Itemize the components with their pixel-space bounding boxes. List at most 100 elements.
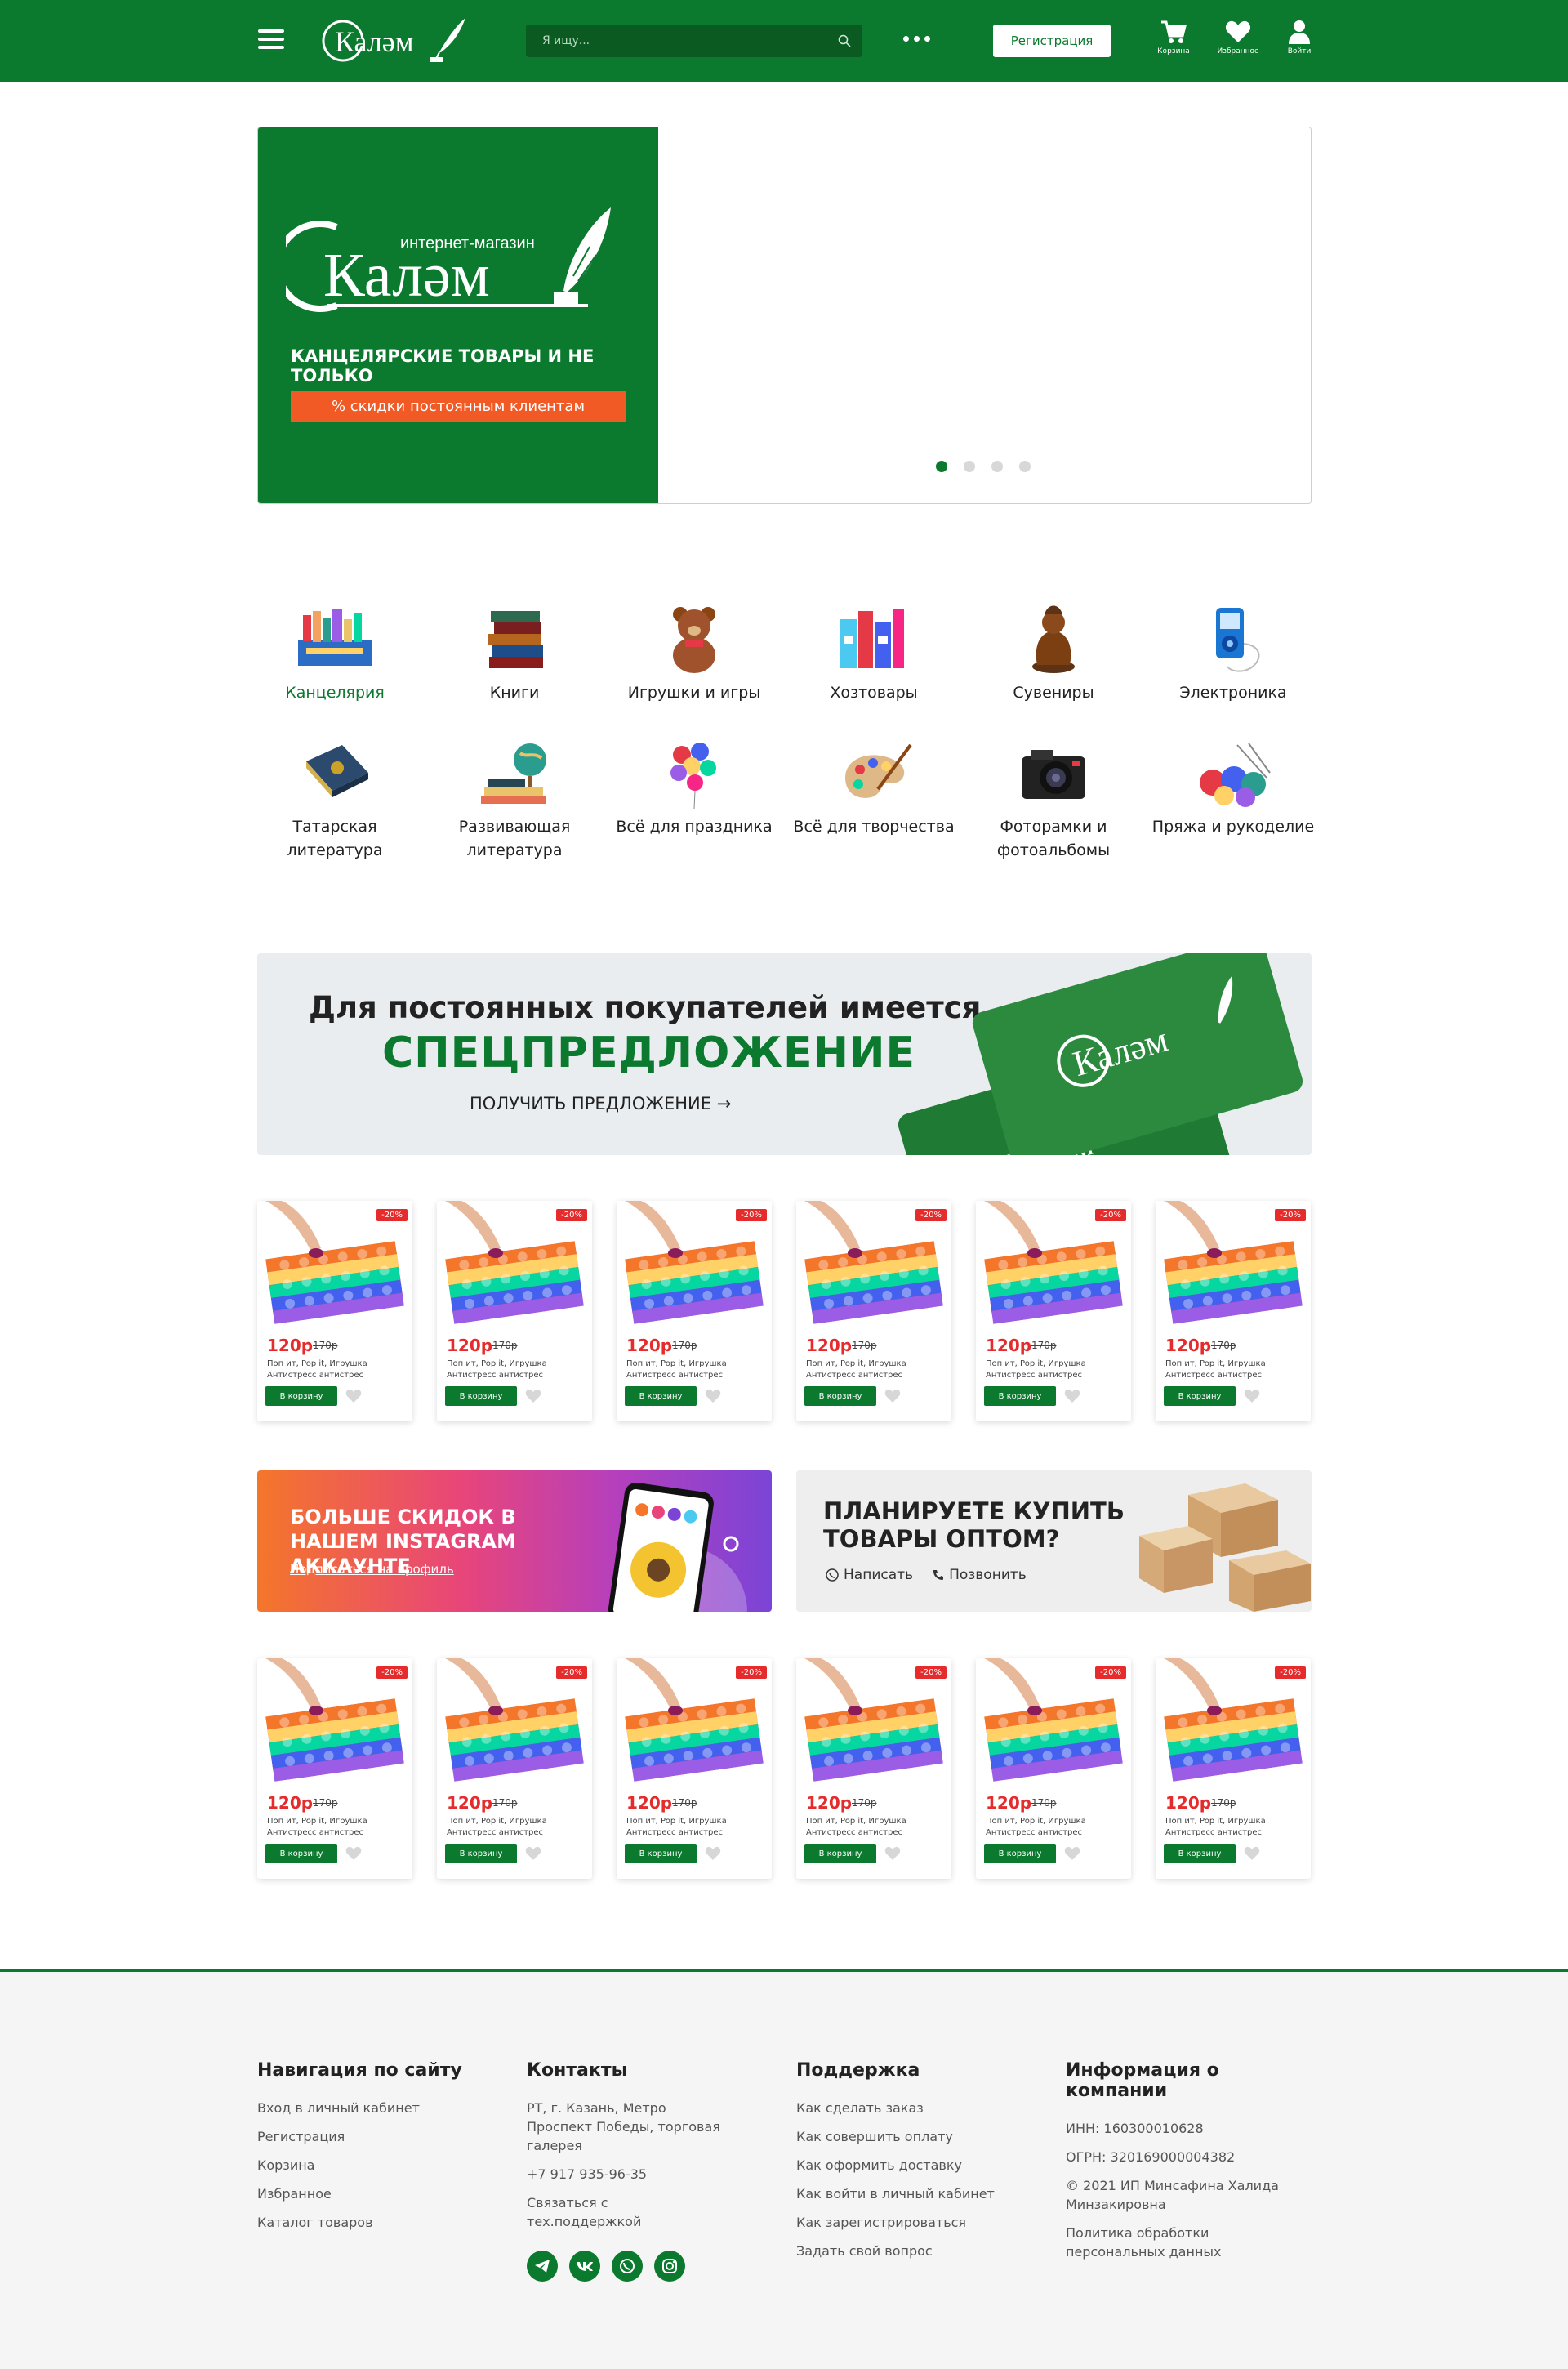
product-card[interactable]: -20% 120р 170р Поп ит, Pop it, Игрушка А… <box>257 1201 412 1421</box>
instagram-icon[interactable] <box>654 2251 685 2282</box>
category-party[interactable]: Всё для праздника <box>612 737 776 839</box>
add-to-cart-button[interactable]: В корзину <box>625 1386 697 1406</box>
product-card[interactable]: -20% 120р 170р Поп ит, Pop it, Игрушка А… <box>437 1201 592 1421</box>
category-stationery[interactable]: Канцелярия <box>253 603 416 705</box>
favorite-heart-icon[interactable] <box>884 1845 901 1862</box>
instagram-subscribe-link[interactable]: Подписаться на профиль <box>290 1562 454 1577</box>
register-button[interactable]: Регистрация <box>993 25 1111 57</box>
product-title[interactable]: Поп ит, Pop it, Игрушка Антистресс антис… <box>806 1816 947 1839</box>
loyalty-promo-banner[interactable]: Для постоянных покупателей имеется СПЕЦП… <box>257 953 1312 1155</box>
favorite-heart-icon[interactable] <box>1064 1845 1080 1862</box>
category-household[interactable]: Хозтовары <box>792 603 956 705</box>
favorite-heart-icon[interactable] <box>1064 1388 1080 1404</box>
vk-icon[interactable] <box>569 2251 600 2282</box>
product-title[interactable]: Поп ит, Pop it, Игрушка Антистресс антис… <box>1165 1358 1306 1381</box>
site-logo[interactable]: Калəм <box>317 13 468 65</box>
add-to-cart-button[interactable]: В корзину <box>1164 1844 1236 1863</box>
favorite-heart-icon[interactable] <box>1244 1845 1260 1862</box>
add-to-cart-button[interactable]: В корзину <box>445 1844 517 1863</box>
footer-link-how-order[interactable]: Как сделать заказ <box>796 2099 1041 2117</box>
product-card[interactable]: -20% 120р 170р Поп ит, Pop it, Игрушка А… <box>976 1201 1131 1421</box>
favorite-heart-icon[interactable] <box>1244 1388 1260 1404</box>
wholesale-write-button[interactable]: Написать <box>826 1567 913 1583</box>
slider-dot[interactable] <box>936 461 947 472</box>
favorite-heart-icon[interactable] <box>345 1845 362 1862</box>
product-title[interactable]: Поп ит, Pop it, Игрушка Антистресс антис… <box>626 1816 767 1839</box>
add-to-cart-button[interactable]: В корзину <box>804 1844 876 1863</box>
add-to-cart-button[interactable]: В корзину <box>1164 1386 1236 1406</box>
product-card[interactable]: -20% 120р 170р Поп ит, Pop it, Игрушка А… <box>617 1658 772 1879</box>
favorites-link[interactable]: Избранное <box>1209 20 1267 56</box>
favorite-heart-icon[interactable] <box>345 1388 362 1404</box>
login-link[interactable]: Войти <box>1271 20 1328 56</box>
product-card[interactable]: -20% 120р 170р Поп ит, Pop it, Игрушка А… <box>1156 1658 1311 1879</box>
search-input[interactable] <box>526 25 828 57</box>
add-to-cart-button[interactable]: В корзину <box>984 1386 1056 1406</box>
whatsapp-icon[interactable] <box>612 2251 643 2282</box>
hero-discount-button[interactable]: % скидки постоянным клиентам <box>291 391 626 422</box>
category-yarn[interactable]: Пряжа и рукоделие <box>1152 737 1315 839</box>
footer-link-ask-question[interactable]: Задать свой вопрос <box>796 2242 1041 2260</box>
slider-dot[interactable] <box>964 461 975 472</box>
category-souvenirs[interactable]: Сувениры <box>972 603 1135 705</box>
add-to-cart-button[interactable]: В корзину <box>445 1386 517 1406</box>
slider-dot[interactable] <box>991 461 1003 472</box>
product-card[interactable]: -20% 120р 170р Поп ит, Pop it, Игрушка А… <box>617 1201 772 1421</box>
cart-link[interactable]: Корзина <box>1145 20 1202 56</box>
product-title[interactable]: Поп ит, Pop it, Игрушка Антистресс антис… <box>806 1358 947 1381</box>
product-title[interactable]: Поп ит, Pop it, Игрушка Антистресс антис… <box>447 1358 587 1381</box>
add-to-cart-button[interactable]: В корзину <box>625 1844 697 1863</box>
product-card[interactable]: -20% 120р 170р Поп ит, Pop it, Игрушка А… <box>1156 1201 1311 1421</box>
telegram-icon[interactable] <box>527 2251 558 2282</box>
add-to-cart-button[interactable]: В корзину <box>804 1386 876 1406</box>
footer-link-cart[interactable]: Корзина <box>257 2156 502 2175</box>
more-menu-icon[interactable] <box>903 36 936 46</box>
favorite-heart-icon[interactable] <box>525 1388 541 1404</box>
category-electronics[interactable]: Электроника <box>1152 603 1315 705</box>
product-card[interactable]: -20% 120р 170р Поп ит, Pop it, Игрушка А… <box>257 1658 412 1879</box>
footer-privacy-link[interactable]: Политика обработки персональных данных <box>1066 2224 1311 2261</box>
footer-link-delivery[interactable]: Как оформить доставку <box>796 2156 1041 2175</box>
product-card[interactable]: -20% 120р 170р Поп ит, Pop it, Игрушка А… <box>796 1201 951 1421</box>
category-tatar-literature[interactable]: Татарская литература <box>253 737 416 863</box>
add-to-cart-button[interactable]: В корзину <box>265 1844 337 1863</box>
product-title[interactable]: Поп ит, Pop it, Игрушка Антистресс антис… <box>986 1816 1126 1839</box>
favorite-heart-icon[interactable] <box>705 1845 721 1862</box>
instagram-banner[interactable]: БОЛЬШЕ СКИДОК В НАШЕМ INSTAGRAM АККАУНТЕ… <box>257 1470 772 1612</box>
category-creativity[interactable]: Всё для творчества <box>792 737 956 839</box>
category-photo-frames[interactable]: Фоторамки и фотоальбомы <box>972 737 1135 863</box>
product-title[interactable]: Поп ит, Pop it, Игрушка Антистресс антис… <box>626 1358 767 1381</box>
footer-link-how-pay[interactable]: Как совершить оплату <box>796 2127 1041 2146</box>
footer-link-catalog[interactable]: Каталог товаров <box>257 2213 502 2232</box>
add-to-cart-button[interactable]: В корзину <box>265 1386 337 1406</box>
category-books[interactable]: Книги <box>433 603 596 705</box>
product-title[interactable]: Поп ит, Pop it, Игрушка Антистресс антис… <box>447 1816 587 1839</box>
footer-link-how-login[interactable]: Как войти в личный кабинет <box>796 2184 1041 2203</box>
product-title[interactable]: Поп ит, Pop it, Игрушка Антистресс антис… <box>986 1358 1126 1381</box>
wholesale-call-button[interactable]: Позвонить <box>933 1567 1027 1583</box>
product-title[interactable]: Поп ит, Pop it, Игрушка Антистресс антис… <box>267 1358 408 1381</box>
product-title[interactable]: Поп ит, Pop it, Игрушка Антистресс антис… <box>1165 1816 1306 1839</box>
product-price: 120р <box>806 1336 853 1355</box>
footer-link-register[interactable]: Регистрация <box>257 2127 502 2146</box>
add-to-cart-button[interactable]: В корзину <box>984 1844 1056 1863</box>
hero-slider[interactable]: интернет-магазин Калəм КАНЦЕЛЯРСКИЕ ТОВА… <box>257 127 1312 504</box>
footer-phone[interactable]: +7 917 935-96-35 <box>527 2165 723 2184</box>
category-toys[interactable]: Игрушки и игры <box>612 603 776 705</box>
slider-dot[interactable] <box>1019 461 1031 472</box>
favorite-heart-icon[interactable] <box>705 1388 721 1404</box>
search-icon[interactable] <box>838 34 851 47</box>
get-offer-link[interactable]: ПОЛУЧИТЬ ПРЕДЛОЖЕНИЕ → <box>470 1094 731 1113</box>
footer-link-favorites[interactable]: Избранное <box>257 2184 502 2203</box>
product-card[interactable]: -20% 120р 170р Поп ит, Pop it, Игрушка А… <box>437 1658 592 1879</box>
footer-support-link[interactable]: Связаться с тех.поддержкой <box>527 2193 723 2231</box>
product-card[interactable]: -20% 120р 170р Поп ит, Pop it, Игрушка А… <box>976 1658 1131 1879</box>
product-card[interactable]: -20% 120р 170р Поп ит, Pop it, Игрушка А… <box>796 1658 951 1879</box>
favorite-heart-icon[interactable] <box>884 1388 901 1404</box>
footer-link-login[interactable]: Вход в личный кабинет <box>257 2099 502 2117</box>
product-title[interactable]: Поп ит, Pop it, Игрушка Антистресс антис… <box>267 1816 408 1839</box>
favorite-heart-icon[interactable] <box>525 1845 541 1862</box>
menu-icon[interactable] <box>258 29 284 52</box>
footer-link-how-register[interactable]: Как зарегистрироваться <box>796 2213 1041 2232</box>
category-educational-literature[interactable]: Развивающая литература <box>433 737 596 863</box>
